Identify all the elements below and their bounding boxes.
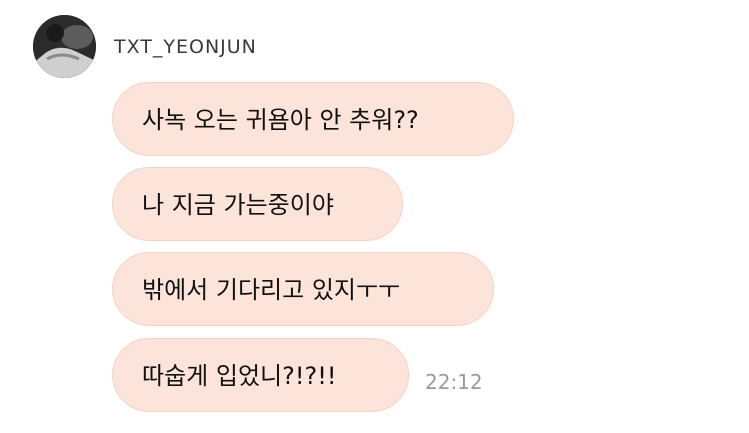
message-bubble[interactable]: 나 지금 가는중이야 (112, 167, 403, 241)
message-timestamp: 22:12 (425, 370, 483, 394)
message-bubble[interactable]: 따숩게 입었니?!?!! (112, 338, 409, 412)
avatar[interactable] (33, 15, 96, 78)
profile-photo-icon (33, 15, 96, 78)
message-bubble[interactable]: 밖에서 기다리고 있지ㅜㅜ (112, 252, 494, 326)
sender-name: TXT_YEONJUN (114, 36, 257, 58)
message-bubble[interactable]: 사녹 오는 귀욤아 안 추워?? (112, 82, 514, 156)
